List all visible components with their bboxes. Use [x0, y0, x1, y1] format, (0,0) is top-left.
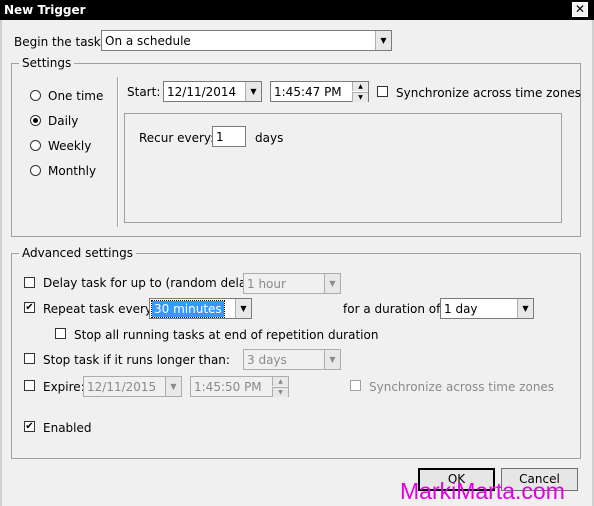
advanced-settings-legend: Advanced settings — [19, 246, 136, 260]
close-button[interactable]: ✕ — [572, 2, 588, 17]
repeat-label[interactable]: Repeat task every: — [43, 302, 155, 316]
stop-if-longer-label[interactable]: Stop task if it runs longer than: — [43, 353, 230, 367]
radio-daily[interactable] — [30, 115, 41, 126]
start-date-picker[interactable]: 12/11/2014 ▼ — [163, 81, 262, 102]
radio-selected-dot — [33, 118, 38, 123]
radio-monthly-label[interactable]: Monthly — [48, 164, 96, 178]
checkmark-icon: ✔ — [25, 421, 34, 432]
sync-timezones-label[interactable]: Synchronize across time zones — [396, 86, 581, 100]
enabled-label[interactable]: Enabled — [43, 421, 92, 435]
window-title: New Trigger — [4, 3, 86, 17]
settings-legend: Settings — [19, 56, 75, 70]
expire-checkbox[interactable] — [24, 380, 35, 391]
delay-checkbox[interactable] — [24, 277, 35, 288]
radio-daily-label[interactable]: Daily — [48, 114, 78, 128]
repeat-interval-dropdown[interactable]: 30 minutes ▼ — [149, 298, 252, 319]
expire-label[interactable]: Expire: — [43, 380, 85, 394]
begin-task-dropdown[interactable]: On a schedule ▼ — [101, 30, 392, 51]
recur-days-input[interactable]: 1 — [212, 126, 246, 147]
start-label: Start: — [127, 85, 161, 99]
sync-timezones-checkbox[interactable] — [377, 86, 388, 97]
chevron-down-icon[interactable]: ▼ — [375, 31, 391, 50]
radio-weekly-label[interactable]: Weekly — [48, 139, 91, 153]
spin-up-icon[interactable]: ▲ — [352, 82, 368, 91]
expire-date-value: 12/11/2015 — [87, 380, 157, 394]
start-date-value: 12/11/2014 — [167, 85, 237, 99]
expire-sync-checkbox[interactable] — [350, 380, 361, 391]
settings-divider-highlight — [118, 77, 119, 227]
radio-one-time[interactable] — [30, 90, 41, 101]
recur-unit-label: days — [255, 131, 284, 145]
delay-dropdown[interactable]: 1 hour ▼ — [243, 273, 341, 294]
start-time-field[interactable]: 1:45:47 PM ▲ ▼ — [270, 81, 369, 102]
chevron-down-icon[interactable]: ▼ — [517, 299, 533, 318]
spin-up-icon[interactable]: ▲ — [272, 377, 288, 386]
spin-down-icon[interactable]: ▼ — [352, 92, 368, 102]
begin-task-label: Begin the task: — [14, 35, 105, 49]
stop-running-tasks-checkbox[interactable] — [55, 328, 66, 339]
stop-if-longer-dropdown[interactable]: 3 days ▼ — [243, 349, 341, 370]
stop-running-tasks-label[interactable]: Stop all running tasks at end of repetit… — [74, 328, 378, 342]
stop-if-longer-value: 3 days — [247, 353, 287, 367]
chevron-down-icon[interactable]: ▼ — [165, 377, 181, 396]
begin-task-value: On a schedule — [105, 34, 191, 48]
chevron-down-icon[interactable]: ▼ — [235, 299, 251, 318]
expire-time-value: 1:45:50 PM — [194, 380, 262, 394]
radio-one-time-label[interactable]: One time — [48, 89, 103, 103]
expire-date-picker[interactable]: 12/11/2015 ▼ — [83, 376, 182, 397]
recur-panel — [124, 113, 562, 223]
duration-label: for a duration of: — [343, 302, 444, 316]
enabled-checkbox[interactable]: ✔ — [24, 421, 35, 432]
close-icon: ✕ — [574, 2, 586, 16]
chevron-down-icon[interactable]: ▼ — [324, 274, 340, 293]
spin-down-icon[interactable]: ▼ — [272, 387, 288, 397]
repeat-interval-value: 30 minutes — [151, 300, 225, 318]
start-time-value: 1:45:47 PM — [274, 85, 342, 99]
chevron-down-icon[interactable]: ▼ — [245, 82, 261, 101]
checkmark-icon: ✔ — [25, 302, 34, 313]
chevron-down-icon[interactable]: ▼ — [324, 350, 340, 369]
recur-label: Recur every: — [139, 131, 215, 145]
delay-label[interactable]: Delay task for up to (random delay): — [43, 276, 262, 290]
stop-if-longer-checkbox[interactable] — [24, 353, 35, 364]
radio-weekly[interactable] — [30, 140, 41, 151]
title-bar: New Trigger ✕ — [0, 0, 594, 20]
expire-time-field[interactable]: 1:45:50 PM ▲ ▼ — [190, 376, 289, 397]
radio-monthly[interactable] — [30, 165, 41, 176]
expire-sync-label[interactable]: Synchronize across time zones — [369, 380, 554, 394]
delay-value: 1 hour — [247, 277, 286, 291]
repeat-checkbox[interactable]: ✔ — [24, 302, 35, 313]
watermark: MarkiMarta.com — [400, 478, 565, 504]
duration-dropdown[interactable]: 1 day ▼ — [440, 298, 534, 319]
duration-value: 1 day — [444, 302, 478, 316]
recur-days-value: 1 — [216, 130, 224, 144]
